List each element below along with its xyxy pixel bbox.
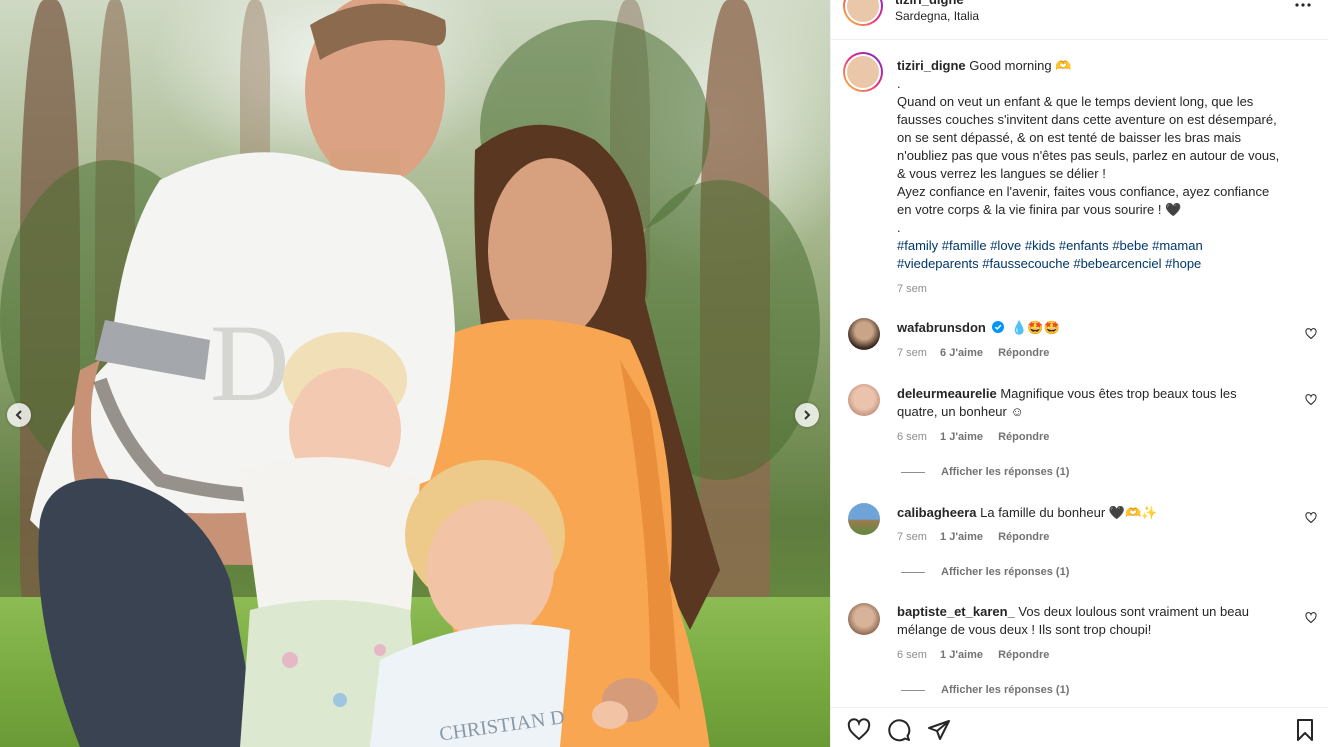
- view-replies-button[interactable]: Afficher les réponses (1): [901, 681, 1069, 699]
- chevron-right-icon: [804, 410, 811, 420]
- share-icon[interactable]: [927, 718, 951, 742]
- caption-username[interactable]: tiziri_digne: [897, 58, 966, 73]
- comment-meta: 6 sem 1 J'aime Répondre: [897, 428, 1049, 446]
- like-comment-heart-icon[interactable]: [1305, 612, 1317, 624]
- comment-text: 💧🤩🤩: [1011, 320, 1060, 335]
- next-photo-button[interactable]: [795, 403, 819, 427]
- comment-text-cont: quatre, un bonheur ☺: [897, 404, 1024, 419]
- comment-line: baptiste_et_karen_ Vos deux loulous sont…: [897, 603, 1249, 621]
- comments-panel: tiziri_digne Sardegna, Italia tiziri_dig…: [830, 0, 1328, 747]
- comment-likes[interactable]: 6 J'aime: [940, 347, 983, 359]
- caption-line: Ayez confiance en l'avenir, faites vous …: [897, 184, 1270, 199]
- comment-text: Vos deux loulous sont vraiment un beau: [1018, 604, 1249, 619]
- commenter-avatar[interactable]: [848, 503, 880, 535]
- caption-line: .: [897, 76, 901, 91]
- comment-text: La famille du bonheur 🖤🫶✨: [980, 505, 1158, 520]
- commenter-avatar[interactable]: [848, 318, 880, 350]
- divider-line: [901, 571, 925, 573]
- comment-time[interactable]: 7 sem: [897, 347, 927, 359]
- chevron-left-icon: [15, 410, 22, 420]
- comment-line: wafabrunsdon 💧🤩🤩: [897, 319, 1060, 337]
- caption-time[interactable]: 7 sem: [897, 280, 927, 298]
- comment-username[interactable]: calibagheera: [897, 505, 977, 520]
- comment-username[interactable]: deleurmeaurelie: [897, 386, 997, 401]
- comment-text: Magnifique vous êtes trop beaux tous les: [1000, 386, 1237, 401]
- like-comment-heart-icon[interactable]: [1305, 328, 1317, 340]
- action-bar: [831, 707, 1328, 747]
- caption-text: Good morning 🫶: [969, 58, 1072, 73]
- bookmark-icon[interactable]: [1293, 718, 1317, 742]
- reply-button[interactable]: Répondre: [998, 431, 1049, 443]
- caption-avatar[interactable]: [843, 52, 883, 92]
- view-replies-button[interactable]: Afficher les réponses (1): [901, 463, 1069, 481]
- caption-line: & vous verrez les langues se délier !: [897, 166, 1106, 181]
- caption-line: on se sent dépassé, & on est tenté de ba…: [897, 130, 1241, 145]
- comment-meta: 7 sem 6 J'aime Répondre: [897, 344, 1049, 362]
- caption-line: Quand on veut un enfant & que le temps d…: [897, 94, 1254, 109]
- comment-username[interactable]: baptiste_et_karen_: [897, 604, 1015, 619]
- caption-line: .: [897, 220, 901, 235]
- reply-button[interactable]: Répondre: [998, 649, 1049, 661]
- caption-line: n'oubliez pas que vous n'êtes pas seuls,…: [897, 148, 1280, 163]
- comment-meta: 7 sem 1 J'aime Répondre: [897, 528, 1049, 546]
- ellipsis-icon[interactable]: [1295, 0, 1311, 12]
- caption-line: en votre corps & la vie finira par vous …: [897, 202, 1182, 217]
- comment-likes[interactable]: 1 J'aime: [940, 649, 983, 661]
- commenter-avatar[interactable]: [848, 603, 880, 635]
- author-avatar[interactable]: [843, 0, 883, 26]
- comment-likes[interactable]: 1 J'aime: [940, 431, 983, 443]
- comment-line: deleurmeaurelie Magnifique vous êtes tro…: [897, 385, 1237, 403]
- like-comment-heart-icon[interactable]: [1305, 394, 1317, 406]
- prev-photo-button[interactable]: [7, 403, 31, 427]
- comment-text-cont: mélange de vous deux ! Ils sont trop cho…: [897, 622, 1152, 637]
- comment-time[interactable]: 6 sem: [897, 649, 927, 661]
- comment-time[interactable]: 6 sem: [897, 431, 927, 443]
- comment-username[interactable]: wafabrunsdon: [897, 320, 986, 335]
- like-comment-heart-icon[interactable]: [1305, 512, 1317, 524]
- heart-icon[interactable]: [847, 718, 871, 742]
- post-photo: D CHRISTIAN D: [0, 0, 830, 747]
- comment-likes[interactable]: 1 J'aime: [940, 531, 983, 543]
- caption-line-1: tiziri_digne Good morning 🫶: [897, 57, 1071, 75]
- caption-line: fausses couches s'invitent dans cette av…: [897, 112, 1277, 127]
- reply-button[interactable]: Répondre: [998, 531, 1049, 543]
- boy-figure: CHRISTIAN D: [370, 460, 628, 747]
- hashtags[interactable]: #viedeparents #faussecouche #bebearcenci…: [897, 255, 1201, 273]
- view-replies-button[interactable]: Afficher les réponses (1): [901, 563, 1069, 581]
- commenter-avatar[interactable]: [848, 384, 880, 416]
- divider-line: [901, 689, 925, 691]
- comment-time[interactable]: 7 sem: [897, 531, 927, 543]
- divider-line: [901, 471, 925, 473]
- comment-icon[interactable]: [887, 718, 911, 742]
- verified-badge-icon: [992, 321, 1005, 333]
- post-header: tiziri_digne Sardegna, Italia: [831, 0, 1328, 40]
- location-link[interactable]: Sardegna, Italia: [895, 7, 979, 25]
- hashtags[interactable]: #family #famille #love #kids #enfants #b…: [897, 237, 1203, 255]
- reply-button[interactable]: Répondre: [998, 347, 1049, 359]
- comment-meta: 6 sem 1 J'aime Répondre: [897, 646, 1049, 664]
- comment-line: calibagheera La famille du bonheur 🖤🫶✨: [897, 504, 1157, 522]
